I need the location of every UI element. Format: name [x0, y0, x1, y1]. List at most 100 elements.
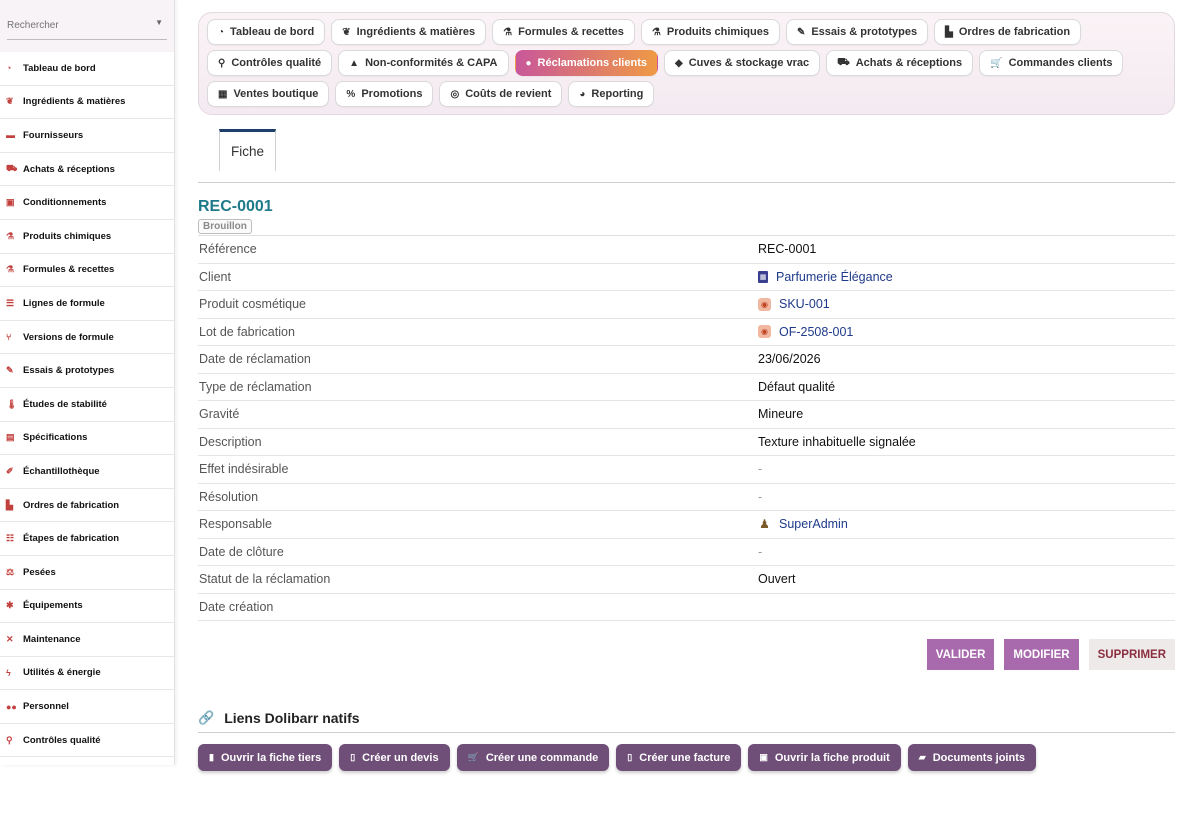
- field-value-text: Texture inhabituelle signalée: [758, 434, 916, 449]
- module-tab[interactable]: ◕ Reporting: [568, 81, 655, 107]
- users-icon: ●●: [6, 701, 17, 712]
- field-value[interactable]: ▦ Parfumerie Élégance: [758, 270, 1175, 284]
- module-tab[interactable]: % Promotions: [335, 81, 434, 107]
- list-icon: ☰: [6, 297, 15, 308]
- module-tab[interactable]: ⚗ Formules & recettes: [492, 19, 635, 45]
- module-tab[interactable]: ◎ Coûts de revient: [439, 81, 563, 107]
- field-label: Statut de la réclamation: [199, 572, 331, 587]
- sidebar-item[interactable]: ●● Personnel: [0, 690, 174, 724]
- cogs-icon: ✱: [6, 600, 14, 611]
- sidebar-item[interactable]: ☷ Étapes de fabrication: [0, 522, 174, 556]
- sidebar-menu: ◔ Tableau de bord ❦ Ingrédients & matière…: [0, 52, 174, 758]
- field-row: Date création: [198, 594, 1175, 621]
- native-link-button[interactable]: 🛒 Créer une commande: [456, 744, 610, 771]
- module-tab-label: Ingrédients & matières: [356, 26, 476, 38]
- sidebar-item[interactable]: ☰ Lignes de formule: [0, 287, 174, 321]
- card-tabs: Fiche: [198, 125, 1175, 183]
- module-tab[interactable]: ▦ Ventes boutique: [207, 81, 330, 107]
- field-row: Responsable ♟ SuperAdmin: [198, 511, 1175, 539]
- native-link-label: Créer un devis: [362, 751, 439, 764]
- native-link-button[interactable]: ▯ Créer une facture: [616, 744, 742, 771]
- field-label: Lot de fabrication: [199, 324, 295, 339]
- sidebar-item[interactable]: ⚖ Pesées: [0, 556, 174, 590]
- field-label: Gravité: [199, 407, 240, 422]
- native-link-button[interactable]: ▣ Ouvrir la fiche produit: [748, 744, 901, 771]
- sidebar-search[interactable]: ▼: [7, 14, 167, 40]
- field-value[interactable]: ♟ SuperAdmin: [758, 517, 1175, 531]
- field-label: Effet indésirable: [199, 462, 289, 477]
- sidebar-item[interactable]: ▤ Spécifications: [0, 422, 174, 456]
- warning-icon: ▲: [349, 57, 360, 69]
- sidebar-item[interactable]: ⚲ Contrôles qualité: [0, 724, 174, 758]
- sidebar-item[interactable]: ❦ Ingrédients & matières: [0, 86, 174, 120]
- field-row: Produit cosmétique ◉ SKU-001: [198, 291, 1175, 319]
- sidebar-item-label: Produits chimiques: [23, 230, 112, 242]
- native-link-button[interactable]: ▰ Documents joints: [907, 744, 1036, 771]
- sidebar-item[interactable]: ✱ Équipements: [0, 590, 174, 624]
- module-tab[interactable]: ✎ Essais & prototypes: [785, 19, 929, 45]
- module-tab-label: Formules & recettes: [518, 26, 624, 38]
- comment-icon: ●: [525, 57, 532, 69]
- native-link-button[interactable]: ▯ Créer un devis: [339, 744, 450, 771]
- sidebar-item[interactable]: ▙ Ordres de fabrication: [0, 489, 174, 523]
- sidebar-item[interactable]: ◔ Tableau de bord: [0, 52, 174, 86]
- sidebar-item[interactable]: ✐ Échantillothèque: [0, 455, 174, 489]
- field-value[interactable]: ◉ SKU-001: [758, 297, 1175, 311]
- sidebar-item[interactable]: ✕ Maintenance: [0, 623, 174, 657]
- module-tab[interactable]: ▙ Ordres de fabrication: [934, 19, 1082, 45]
- field-label: Client: [199, 269, 231, 284]
- sidebar-item[interactable]: ⛟ Achats & réceptions: [0, 153, 174, 187]
- module-tab[interactable]: 🛒 Commandes clients: [979, 50, 1124, 76]
- field-value[interactable]: ◉ OF-2508-001: [758, 325, 1175, 339]
- field-value-text[interactable]: SuperAdmin: [779, 517, 848, 531]
- sidebar-item[interactable]: ϟ Utilités & énergie: [0, 657, 174, 691]
- module-tab[interactable]: ⚗ Produits chimiques: [640, 19, 780, 45]
- field-label: Date de clôture: [199, 544, 284, 559]
- module-tab[interactable]: ▲ Non-conformités & CAPA: [338, 50, 509, 76]
- module-tab[interactable]: ◔ Tableau de bord: [207, 19, 326, 45]
- sidebar-item[interactable]: ⑂ Versions de formule: [0, 321, 174, 355]
- sidebar-item[interactable]: 🌡 Études de stabilité: [0, 388, 174, 422]
- module-tab[interactable]: ⚲ Contrôles qualité: [207, 50, 333, 76]
- validate-button[interactable]: VALIDER: [926, 639, 995, 670]
- tab-row: ◔ Tableau de bord ❦ Ingrédients & matière…: [207, 19, 1166, 45]
- sidebar-item[interactable]: ▣ Conditionnements: [0, 186, 174, 220]
- industry-icon: ▙: [945, 26, 953, 38]
- branch-icon: ⑂: [6, 332, 12, 343]
- sidebar-item-label: Lignes de formule: [23, 297, 105, 309]
- eyedropper-icon: ✎: [6, 365, 14, 376]
- sidebar-item[interactable]: ▬ Fournisseurs: [0, 119, 174, 153]
- field-value-text[interactable]: Parfumerie Élégance: [776, 270, 893, 284]
- module-tab-label: Cuves & stockage vrac: [688, 57, 810, 69]
- module-tab-label: Achats & réceptions: [855, 57, 963, 69]
- sidebar-item[interactable]: ✎ Essais & prototypes: [0, 354, 174, 388]
- left-sidebar: ▼ ◔ Tableau de bord❦ Ingrédients & matiè…: [0, 0, 175, 765]
- search-input[interactable]: [7, 14, 157, 36]
- field-table: Référence REC-0001 Client ▦ Parfumerie Élé…: [198, 235, 1175, 621]
- field-row: Type de réclamation Défaut qualité: [198, 374, 1175, 401]
- file-icon: ▯: [350, 752, 356, 762]
- field-value-text: -: [758, 489, 763, 504]
- module-tab[interactable]: ◆ Cuves & stockage vrac: [663, 50, 821, 76]
- native-link-button[interactable]: ▮ Ouvrir la fiche tiers: [198, 744, 333, 771]
- chevron-down-icon[interactable]: ▼: [155, 18, 163, 27]
- field-value: -: [758, 490, 1175, 504]
- module-tab[interactable]: ⛟ Achats & réceptions: [826, 50, 974, 76]
- tab-fiche[interactable]: Fiche: [219, 129, 276, 171]
- field-row: Référence REC-0001: [198, 236, 1175, 264]
- sidebar-item[interactable]: ⚗ Produits chimiques: [0, 220, 174, 254]
- module-tab-label: Ordres de fabrication: [958, 26, 1071, 38]
- module-tab[interactable]: ❦ Ingrédients & matières: [331, 19, 487, 45]
- field-value-text[interactable]: OF-2508-001: [779, 325, 853, 339]
- flask-icon: ⚗: [651, 26, 661, 38]
- module-tab[interactable]: ● Réclamations clients: [514, 50, 658, 76]
- field-label: Date de réclamation: [199, 352, 311, 367]
- module-tab-label: Produits chimiques: [666, 26, 769, 38]
- sidebar-item-label: Conditionnements: [23, 197, 107, 209]
- industry-icon: ▙: [6, 499, 13, 510]
- field-value-text[interactable]: SKU-001: [779, 297, 830, 311]
- sidebar-item[interactable]: ⚗ Formules & recettes: [0, 254, 174, 288]
- modify-button[interactable]: MODIFIER: [1004, 639, 1079, 670]
- field-value-text: Ouvert: [758, 572, 796, 587]
- delete-button[interactable]: SUPPRIMER: [1088, 639, 1175, 670]
